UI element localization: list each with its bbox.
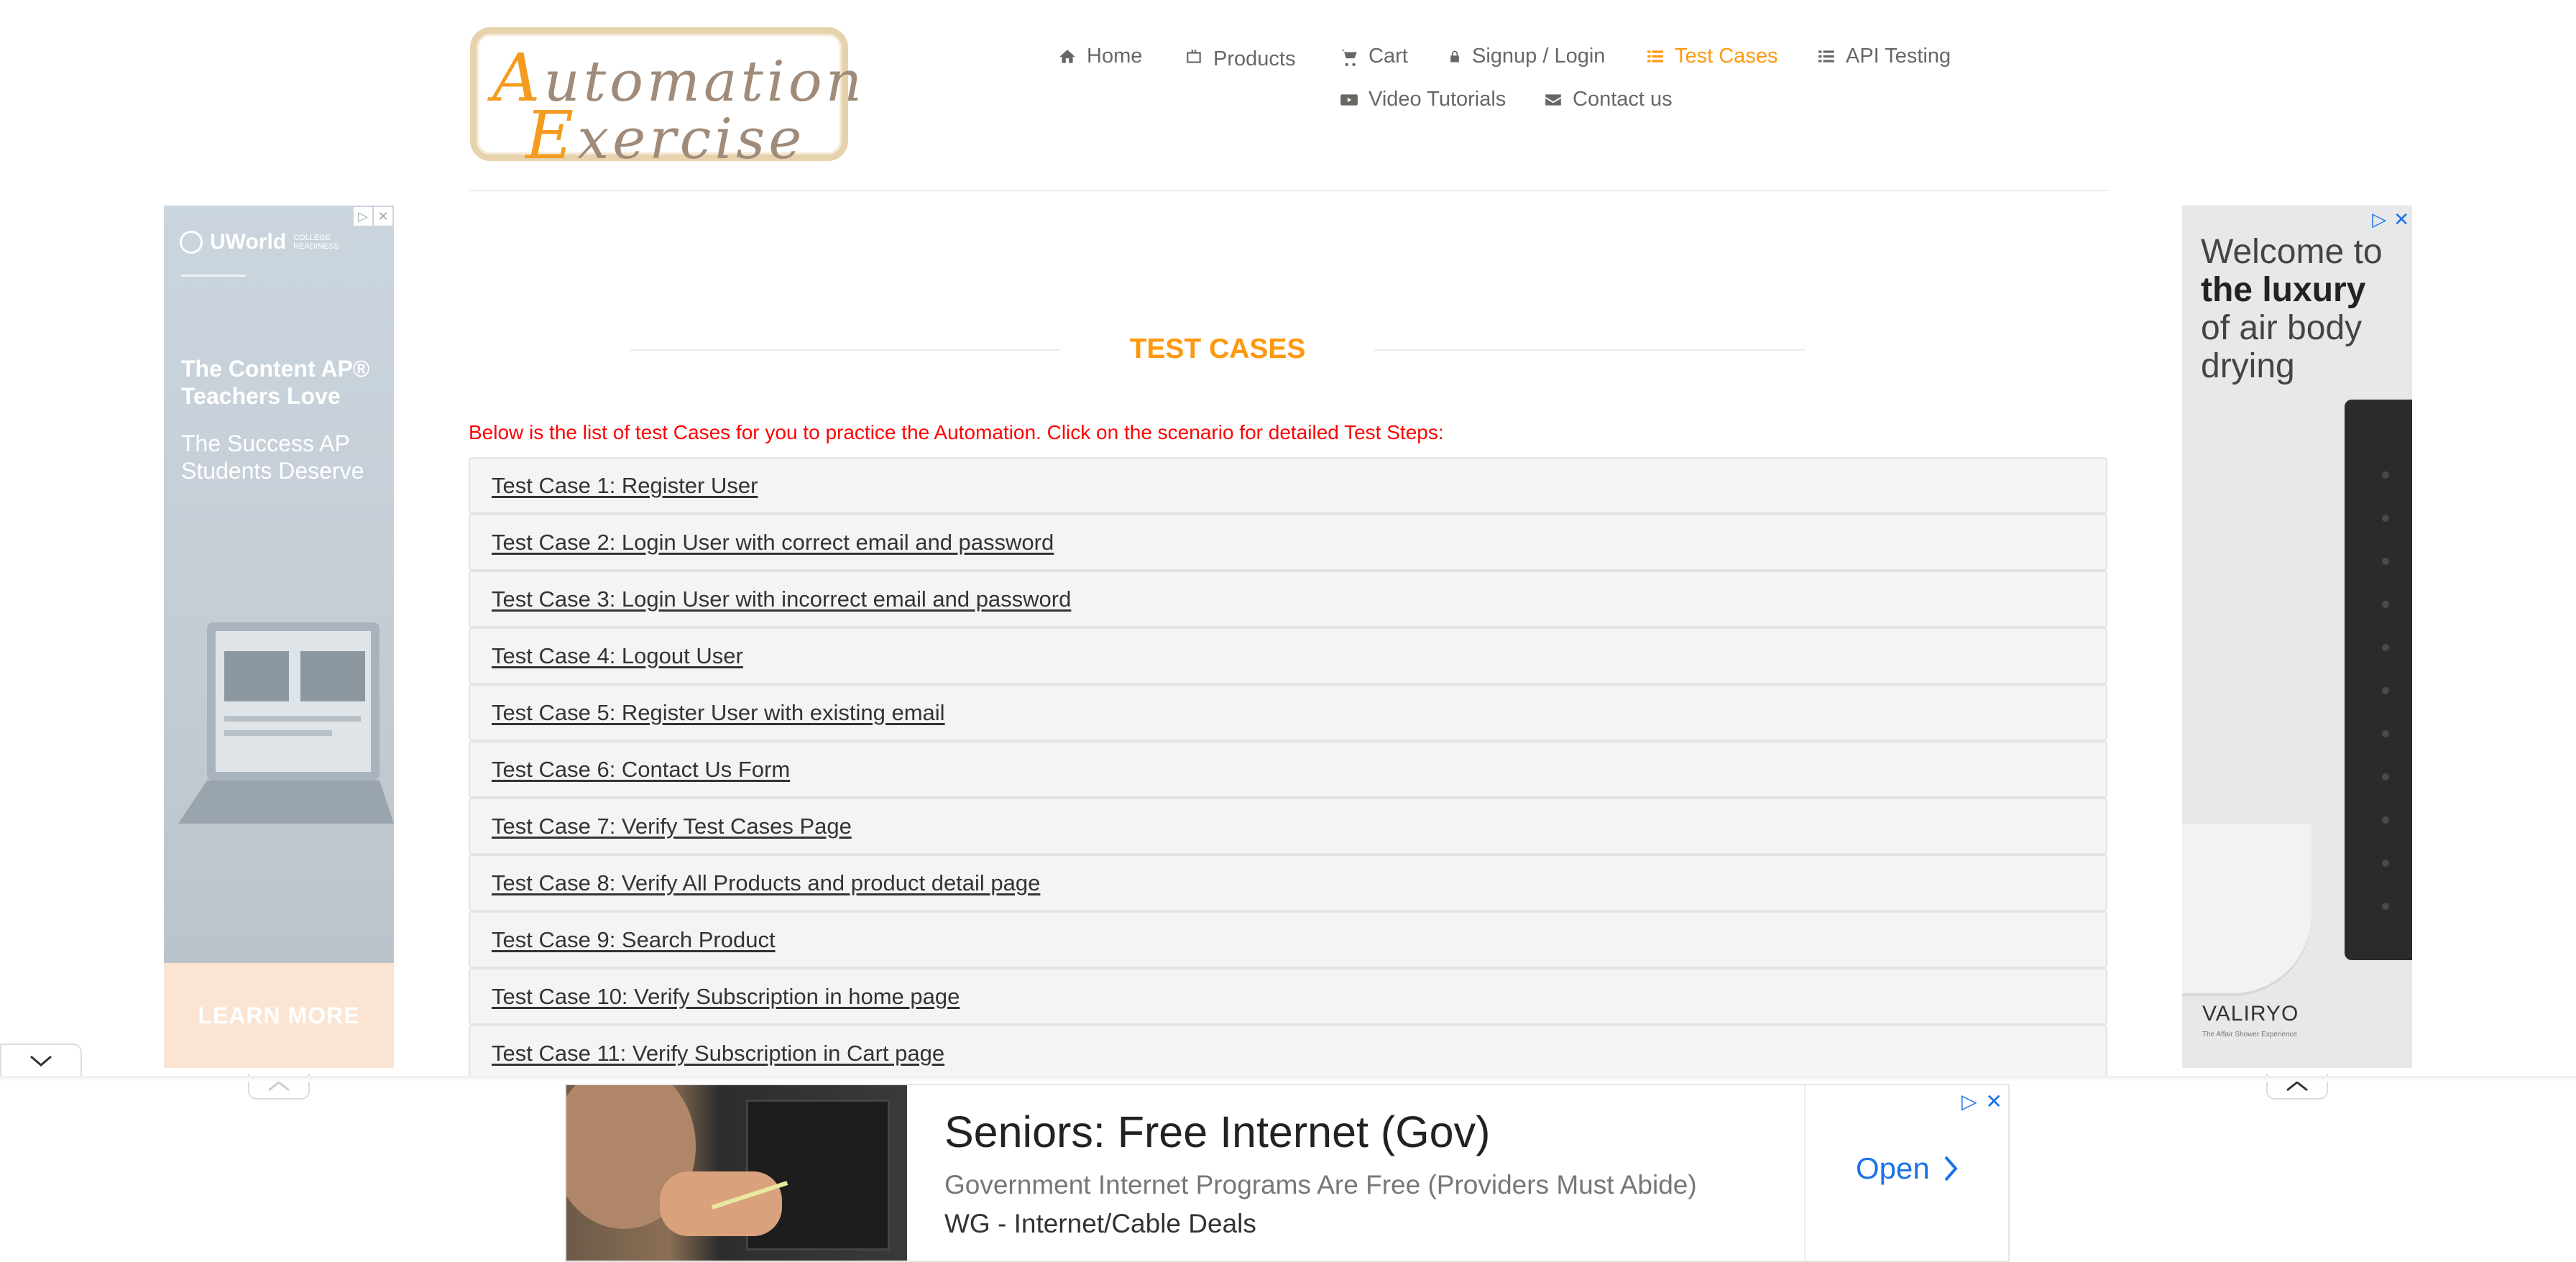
left-sidebar-ad[interactable]: UWorld COLLEGE READINESS The Content AP®… bbox=[164, 206, 394, 1068]
lock-icon bbox=[1450, 50, 1459, 62]
ad-text: Welcome to the luxury of air body drying bbox=[2201, 233, 2402, 385]
ad-brand-sub: COLLEGE READINESS bbox=[293, 234, 339, 251]
test-case-list: Test Case 1: Register User Test Case 2: … bbox=[469, 457, 2107, 1082]
ad-info-icon[interactable]: ▷ bbox=[354, 207, 372, 226]
ad-subtitle: Government Internet Programs Are Free (P… bbox=[944, 1170, 1697, 1199]
bottom-ad-shadow bbox=[0, 1076, 2576, 1082]
test-case-item[interactable]: Test Case 3: Login User with incorrect e… bbox=[469, 571, 2107, 627]
ad-choices[interactable]: ▷ ✕ bbox=[354, 207, 392, 226]
list-icon bbox=[1818, 50, 1834, 63]
ad-text-line-1: Welcome to bbox=[2201, 233, 2383, 271]
test-case-link[interactable]: Test Case 10: Verify Subscription in hom… bbox=[492, 984, 960, 1010]
bottom-ad-toggle[interactable] bbox=[0, 1044, 82, 1077]
nav-products[interactable]: Products bbox=[1184, 45, 1296, 70]
ad-headline: The Content AP® Teachers Love bbox=[181, 356, 370, 409]
nav-video-tutorials[interactable]: Video Tutorials bbox=[1340, 88, 1506, 111]
test-case-link[interactable]: Test Case 11: Verify Subscription in Car… bbox=[492, 1041, 944, 1067]
test-case-link[interactable]: Test Case 9: Search Product bbox=[492, 927, 776, 953]
ad-subline: The Success AP Students Deserve bbox=[181, 430, 364, 484]
ad-info-icon[interactable]: ▷ bbox=[2372, 208, 2386, 231]
ad-choices[interactable]: ▷ ✕ bbox=[1961, 1090, 2002, 1113]
ad-text-line-3: of air body drying bbox=[2201, 309, 2363, 385]
logo-line-2: Exercise bbox=[525, 97, 806, 174]
test-case-link[interactable]: Test Case 8: Verify All Products and pro… bbox=[492, 870, 1040, 896]
intro-text: Below is the list of test Cases for you … bbox=[469, 421, 1444, 443]
ad-photo bbox=[566, 1085, 907, 1261]
section-title: TEST CASES bbox=[630, 331, 1806, 367]
chevron-down-icon bbox=[30, 1055, 52, 1067]
test-case-item[interactable]: Test Case 4: Logout User bbox=[469, 627, 2107, 684]
test-case-item[interactable]: Test Case 8: Verify All Products and pro… bbox=[469, 855, 2107, 911]
nav-test-cases-label: Test Cases bbox=[1675, 45, 1778, 68]
test-case-link[interactable]: Test Case 4: Logout User bbox=[492, 643, 743, 669]
ad-accent-bar bbox=[181, 275, 246, 277]
nav-test-cases[interactable]: Test Cases bbox=[1646, 45, 1777, 68]
youtube-icon bbox=[1340, 93, 1358, 106]
ad-source: WG - Internet/Cable Deals bbox=[944, 1209, 1256, 1238]
test-case-link[interactable]: Test Case 3: Login User with incorrect e… bbox=[492, 586, 1071, 612]
test-case-item[interactable]: Test Case 11: Verify Subscription in Car… bbox=[469, 1025, 2107, 1082]
ad-info-icon[interactable]: ▷ bbox=[1961, 1090, 1977, 1113]
ad-divider bbox=[1804, 1085, 1806, 1261]
uworld-logo-icon bbox=[180, 231, 203, 254]
ad-brand: UWorld COLLEGE READINESS bbox=[180, 230, 339, 254]
nav-cart-label: Cart bbox=[1368, 45, 1408, 68]
cart-icon bbox=[1341, 49, 1357, 66]
ad-brand: VALIRYO bbox=[2202, 1002, 2299, 1026]
nav-home[interactable]: Home bbox=[1058, 45, 1142, 68]
test-case-link[interactable]: Test Case 6: Contact Us Form bbox=[492, 757, 790, 783]
nav-home-label: Home bbox=[1087, 45, 1143, 68]
nav-video-tutorials-label: Video Tutorials bbox=[1368, 88, 1506, 111]
test-case-item[interactable]: Test Case 10: Verify Subscription in hom… bbox=[469, 968, 2107, 1025]
home-icon bbox=[1059, 49, 1075, 63]
nav-cart[interactable]: Cart bbox=[1340, 45, 1408, 68]
close-icon[interactable]: ✕ bbox=[2393, 208, 2409, 231]
test-case-link[interactable]: Test Case 7: Verify Test Cases Page bbox=[492, 814, 852, 839]
open-button-label: Open bbox=[1856, 1151, 1930, 1185]
site-logo[interactable]: Automation Exercise bbox=[470, 27, 862, 174]
test-case-item[interactable]: Test Case 2: Login User with correct ema… bbox=[469, 514, 2107, 571]
bathtub-image bbox=[2182, 824, 2312, 996]
chevron-right-icon bbox=[1944, 1156, 1958, 1182]
test-case-link[interactable]: Test Case 5: Register User with existing… bbox=[492, 700, 945, 726]
nav-api-testing[interactable]: API Testing bbox=[1817, 45, 1951, 68]
products-icon bbox=[1187, 49, 1201, 63]
test-case-item[interactable]: Test Case 9: Search Product bbox=[469, 911, 2107, 968]
ad-choices[interactable]: ▷ ✕ bbox=[2372, 208, 2409, 231]
close-icon[interactable]: ✕ bbox=[1986, 1090, 2002, 1113]
learn-more-button[interactable]: LEARN MORE bbox=[164, 963, 394, 1068]
list-icon bbox=[1647, 50, 1663, 63]
nav-signup-login[interactable]: Signup / Login bbox=[1448, 45, 1605, 68]
test-case-item[interactable]: Test Case 5: Register User with existing… bbox=[469, 684, 2107, 741]
ad-text-line-2: the luxury bbox=[2201, 271, 2366, 309]
body-dryer-image bbox=[2345, 400, 2412, 960]
test-case-link[interactable]: Test Case 1: Register User bbox=[492, 473, 758, 499]
page-title: TEST CASES bbox=[1129, 333, 1306, 364]
laptop-image bbox=[178, 622, 394, 824]
close-icon[interactable]: ✕ bbox=[374, 207, 392, 226]
test-case-item[interactable]: Test Case 1: Register User bbox=[469, 457, 2107, 514]
ad-tagline: The Affair Shower Experience bbox=[2202, 1031, 2298, 1038]
test-case-item[interactable]: Test Case 7: Verify Test Cases Page bbox=[469, 798, 2107, 855]
ad-headline[interactable]: Seniors: Free Internet (Gov) bbox=[944, 1107, 1490, 1157]
nav-contact-us-label: Contact us bbox=[1573, 88, 1673, 111]
bottom-banner-ad[interactable]: Seniors: Free Internet (Gov) Government … bbox=[565, 1084, 2010, 1262]
nav-products-label: Products bbox=[1213, 47, 1296, 70]
nav-signup-login-label: Signup / Login bbox=[1472, 45, 1606, 68]
header-divider bbox=[469, 190, 2109, 191]
envelope-icon bbox=[1545, 93, 1561, 106]
right-sidebar-ad[interactable]: Welcome to the luxury of air body drying… bbox=[2182, 206, 2412, 1068]
nav-api-testing-label: API Testing bbox=[1846, 45, 1951, 68]
test-case-item[interactable]: Test Case 6: Contact Us Form bbox=[469, 741, 2107, 798]
open-button[interactable]: Open bbox=[1856, 1151, 1959, 1186]
test-case-link[interactable]: Test Case 2: Login User with correct ema… bbox=[492, 530, 1054, 556]
nav-contact-us[interactable]: Contact us bbox=[1544, 88, 1673, 111]
